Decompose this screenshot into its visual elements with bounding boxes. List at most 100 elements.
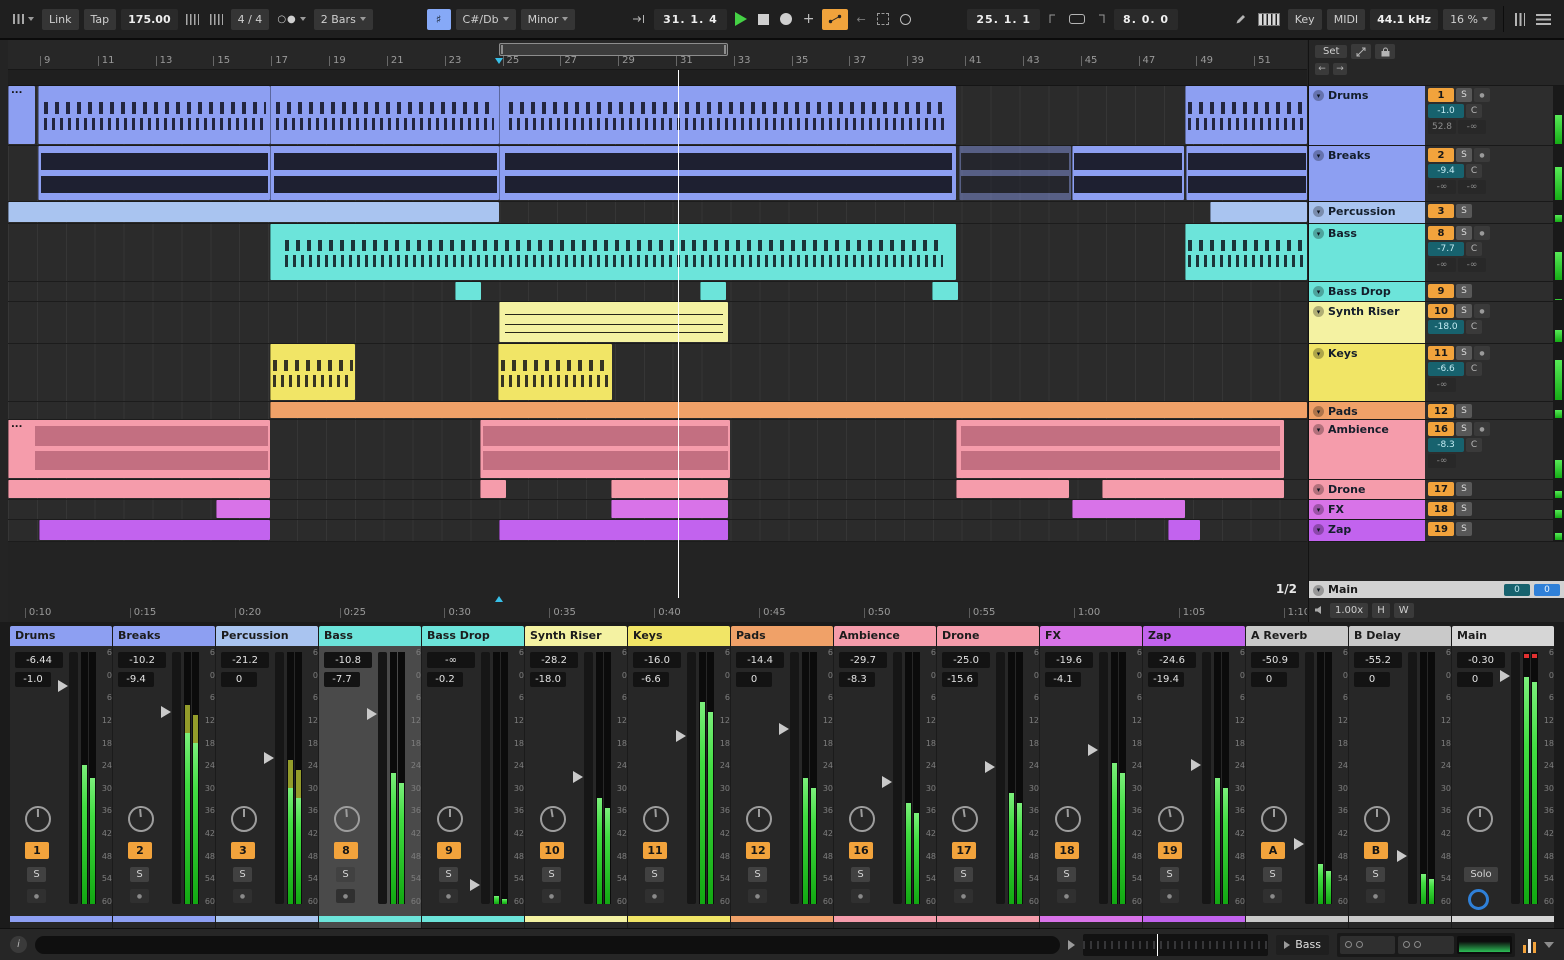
volume-display[interactable]: -0.30 <box>1457 652 1505 668</box>
fader-track[interactable] <box>1408 652 1417 904</box>
track-header-ambience[interactable]: ▾ Ambience 16 S ● -8.3 C -∞ <box>1309 420 1564 480</box>
track-header-bass[interactable]: ▾ Bass 8 S ● -7.7 C -∞ -∞ <box>1309 224 1564 282</box>
loop-button[interactable] <box>1066 9 1088 30</box>
clip-fx[interactable] <box>610 500 728 518</box>
fader-track[interactable] <box>172 652 181 904</box>
fader-handle[interactable] <box>264 751 274 764</box>
mixer-channel-header[interactable]: Drone <box>937 626 1039 646</box>
tempo-display[interactable]: 175.00 <box>121 8 178 30</box>
fader-track[interactable] <box>378 652 387 904</box>
fader-handle[interactable] <box>1397 850 1407 862</box>
send-value[interactable]: -∞ <box>1428 378 1456 392</box>
device-thumbnail-spectrum[interactable] <box>1456 935 1512 954</box>
mixer-channel-header[interactable]: Keys <box>628 626 730 646</box>
re-enable-automation-button[interactable]: ← <box>853 9 868 30</box>
monitor-button[interactable]: ● <box>748 889 767 903</box>
key-map-button[interactable]: Key <box>1287 8 1322 30</box>
track-number[interactable]: 2 <box>1428 148 1454 162</box>
insert-button[interactable]: + <box>800 9 818 30</box>
solo-button[interactable]: S <box>1263 867 1282 882</box>
track-lane-zap[interactable] <box>8 520 1307 542</box>
send-value[interactable]: -∞ <box>1458 120 1486 134</box>
clip-percussion[interactable] <box>8 202 500 222</box>
clip-drums[interactable]: ... <box>8 86 36 144</box>
mixer-channel-header[interactable]: Bass Drop <box>422 626 524 646</box>
disclosure-icon[interactable]: ▾ <box>1313 228 1324 239</box>
punch-out-button[interactable] <box>1093 9 1109 30</box>
track-lane-synth-riser[interactable] <box>8 302 1307 344</box>
mixer-channel-ambience[interactable]: Ambience -29.7 -8.3 6 0 6 12 18 24 30 36 42 48 54 60 16… <box>834 626 936 928</box>
monitor-button[interactable]: ● <box>954 889 973 903</box>
disclosure-icon[interactable]: ▾ <box>1313 424 1324 435</box>
pan-knob[interactable] <box>231 806 257 832</box>
device-thumbnail[interactable] <box>1398 935 1454 954</box>
clip-breaks[interactable] <box>958 146 1071 200</box>
fader-handle[interactable] <box>1191 758 1201 771</box>
main-track-header[interactable]: ▾ Main 0 0 <box>1309 581 1564 598</box>
key-root-menu[interactable]: C#/Db <box>455 8 516 30</box>
monitor-button[interactable]: ● <box>851 889 870 903</box>
pan-center-button[interactable]: C <box>1466 362 1482 376</box>
track-number[interactable]: 1 <box>1428 88 1454 102</box>
pan-value[interactable]: -9.4 <box>1428 164 1464 178</box>
track-header-zap[interactable]: ▾ Zap 19 S <box>1309 520 1564 542</box>
fader-track[interactable] <box>1511 652 1520 904</box>
mixer-view-toggle[interactable] <box>1512 9 1528 30</box>
meter-bars-icon[interactable] <box>1523 937 1536 953</box>
selected-track-indicator[interactable]: Bass <box>1276 934 1329 955</box>
pan-display[interactable]: 0 <box>1457 672 1493 687</box>
solo-button[interactable]: S <box>1456 304 1472 318</box>
monitor-button[interactable]: ● <box>439 889 458 903</box>
track-number-button[interactable]: B <box>1364 842 1388 859</box>
solo-button[interactable]: S <box>1456 226 1472 240</box>
fader-track[interactable] <box>1305 652 1314 904</box>
fader-handle[interactable] <box>676 730 686 742</box>
track-number-button[interactable]: 11 <box>643 842 667 859</box>
solo-button[interactable]: S <box>1456 422 1472 436</box>
track-number[interactable]: 8 <box>1428 226 1454 240</box>
track-number[interactable]: 16 <box>1428 422 1454 436</box>
record-button[interactable] <box>777 9 795 30</box>
midi-map-button[interactable]: MIDI <box>1326 8 1366 30</box>
clip-zap[interactable] <box>1168 520 1201 540</box>
solo-button[interactable]: S <box>1456 404 1472 418</box>
pan-knob[interactable] <box>436 805 464 833</box>
clip-bass[interactable] <box>270 224 957 280</box>
pan-value[interactable]: -1.0 <box>1428 104 1464 118</box>
track-lane-percussion[interactable] <box>8 202 1307 224</box>
zoom-height-button[interactable]: H <box>1372 602 1390 618</box>
track-header-drums[interactable]: ▾ Drums 1 S ● -1.0 C 52.8 -∞ <box>1309 86 1564 146</box>
clip-fx[interactable] <box>215 500 271 518</box>
track-number[interactable]: 17 <box>1428 482 1454 496</box>
volume-display[interactable]: -24.6 <box>1148 652 1196 668</box>
mixer-channel-header[interactable]: Bass <box>319 626 421 646</box>
monitor-button[interactable]: ● <box>542 889 561 903</box>
disclosure-icon[interactable]: ▾ <box>1313 150 1324 161</box>
clip-bass-drop[interactable] <box>454 282 481 300</box>
pan-knob[interactable] <box>126 804 156 834</box>
loop-length-display[interactable]: 8. 0. 0 <box>1114 8 1179 30</box>
track-number[interactable]: 3 <box>1428 204 1454 218</box>
pan-display[interactable]: -8.3 <box>839 672 875 687</box>
pan-knob[interactable] <box>1467 806 1493 832</box>
fader-track[interactable] <box>481 652 490 904</box>
mixer-channel-header[interactable]: Breaks <box>113 626 215 646</box>
solo-button[interactable]: S <box>1456 148 1472 162</box>
track-number-button[interactable]: 3 <box>231 842 255 859</box>
track-header-fx[interactable]: ▾ FX 18 S <box>1309 500 1564 520</box>
clip-drums[interactable] <box>1184 86 1307 144</box>
solo-button[interactable]: S <box>1456 482 1472 496</box>
clip-breaks[interactable] <box>270 146 499 200</box>
punch-in-button[interactable] <box>1045 9 1061 30</box>
solo-button[interactable]: S <box>233 867 252 882</box>
mixer-channel-main[interactable]: Main -0.30 0 6 0 6 12 18 24 30 36 42 48 54 60 Solo <box>1452 626 1554 928</box>
expand-chevron[interactable] <box>1544 941 1554 948</box>
solo-button[interactable]: S <box>1456 502 1472 516</box>
clip-ambience[interactable] <box>8 420 271 478</box>
monitor-button[interactable]: ● <box>27 889 46 903</box>
solo-button[interactable]: S <box>439 867 458 882</box>
arm-button[interactable]: ● <box>1474 148 1490 162</box>
set-marker-button[interactable]: Set <box>1315 45 1348 58</box>
clip-zap[interactable] <box>39 520 271 540</box>
pan-center-button[interactable]: C <box>1466 164 1482 178</box>
